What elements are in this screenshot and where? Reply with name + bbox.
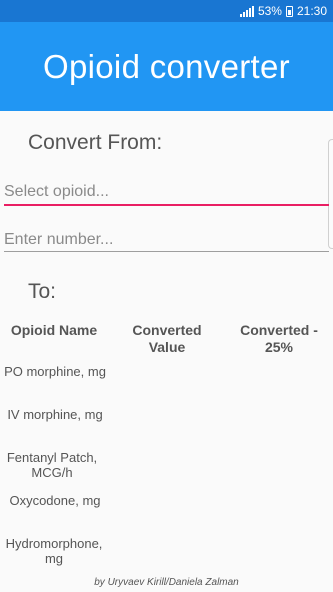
column-header-converted-25: Converted - 25% [240,322,318,355]
opioid-select-underline [4,204,329,206]
signal-icon [239,5,254,17]
to-label: To: [28,280,57,303]
column-header-opioid-name: Opioid Name [10,322,98,338]
battery-icon [285,5,293,17]
number-input[interactable] [4,226,329,254]
clock: 21:30 [296,4,327,18]
app-title: Opioid converter [43,47,290,85]
credits-footer: by Uryvaev Kirill/Daniela Zalman [94,577,239,588]
number-input-underline [4,251,329,252]
converter-content: Convert From: To: Opioid Name Converted … [0,111,333,592]
row-label-po-morphine: PO morphine, mg [4,364,106,379]
app-bar: Opioid converter [0,22,333,111]
row-label-oxycodone: Oxycodone, mg [9,493,101,508]
battery-percent: 53% [257,4,282,18]
convert-from-label: Convert From: [28,131,163,154]
row-label-fentanyl-patch: Fentanyl Patch, MCG/h [6,450,98,480]
column-header-converted-value: Converted Value [132,322,202,355]
row-label-hydromorphone: Hydromorphone, mg [5,536,103,566]
row-label-iv-morphine: IV morphine, mg [7,407,103,422]
opioid-select-input[interactable] [4,178,329,206]
status-bar: 53% 21:30 [0,0,333,22]
